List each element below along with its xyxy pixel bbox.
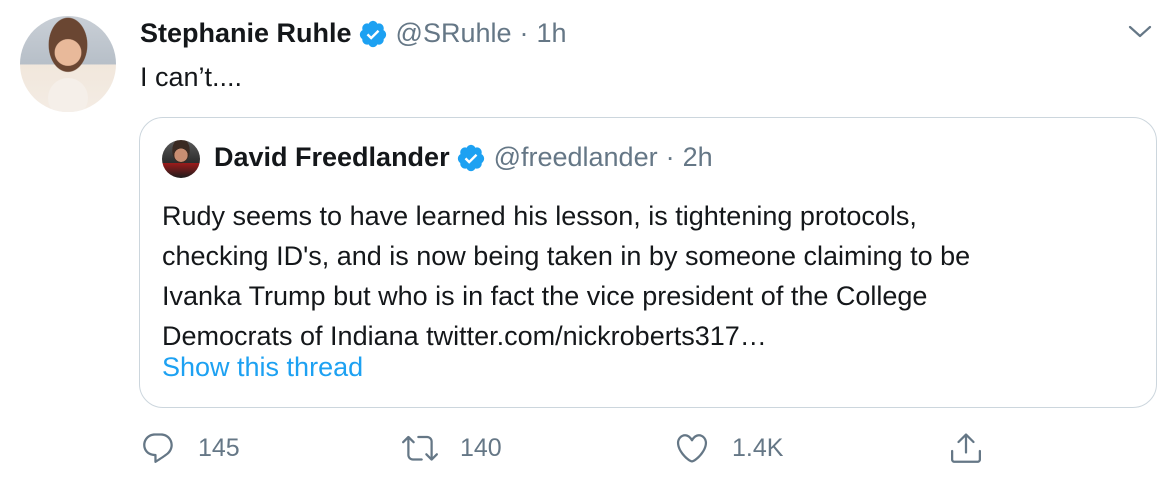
like-icon: [676, 434, 708, 463]
tweet-text: I can’t....: [140, 62, 243, 92]
author-handle[interactable]: @SRuhle: [396, 18, 512, 49]
retweet-icon: [402, 435, 438, 461]
quoted-author-handle[interactable]: @freedlander: [494, 142, 658, 173]
show-thread-link[interactable]: Show this thread: [162, 352, 363, 383]
like-count: 1.4K: [732, 433, 784, 462]
like-button[interactable]: 1.4K: [674, 428, 783, 468]
separator-dot: ·: [519, 18, 529, 48]
quoted-author-avatar[interactable]: [162, 140, 200, 178]
share-icon: [951, 433, 981, 463]
reply-button[interactable]: 145: [140, 428, 240, 468]
quoted-tweet-card[interactable]: David Freedlander @freedlander · 2h Rudy…: [139, 117, 1157, 408]
quoted-tweet-text: Rudy seems to have learned his lesson, i…: [162, 196, 1122, 356]
tweet-time[interactable]: 1h: [537, 18, 567, 49]
share-button[interactable]: [948, 428, 984, 468]
quoted-text-line: Democrats of Indiana twitter.com/nickrob…: [162, 321, 767, 351]
author-name[interactable]: Stephanie Ruhle: [140, 18, 352, 49]
quoted-tweet-time[interactable]: 2h: [683, 142, 713, 173]
quoted-author-name[interactable]: David Freedlander: [214, 142, 450, 173]
quoted-text-line: Rudy seems to have learned his lesson, i…: [162, 201, 917, 231]
quoted-text-line: checking ID's, and is now being taken in…: [162, 241, 971, 271]
tweet-actions: 145 140 1.4K: [140, 428, 1000, 468]
chevron-down-icon[interactable]: [1126, 20, 1154, 44]
tweet-header: Stephanie Ruhle @SRuhle · 1h: [140, 18, 567, 49]
verified-badge-icon: [359, 20, 386, 47]
quoted-tweet-header: David Freedlander @freedlander · 2h: [214, 142, 713, 173]
author-avatar[interactable]: [20, 16, 116, 112]
separator-dot: ·: [665, 142, 675, 172]
quoted-text-line: Ivanka Trump but who is in fact the vice…: [162, 281, 928, 311]
reply-icon: [143, 433, 173, 463]
retweet-button[interactable]: 140: [402, 428, 502, 468]
retweet-count: 140: [460, 433, 502, 462]
reply-count: 145: [198, 433, 240, 462]
verified-badge-icon: [457, 144, 484, 171]
